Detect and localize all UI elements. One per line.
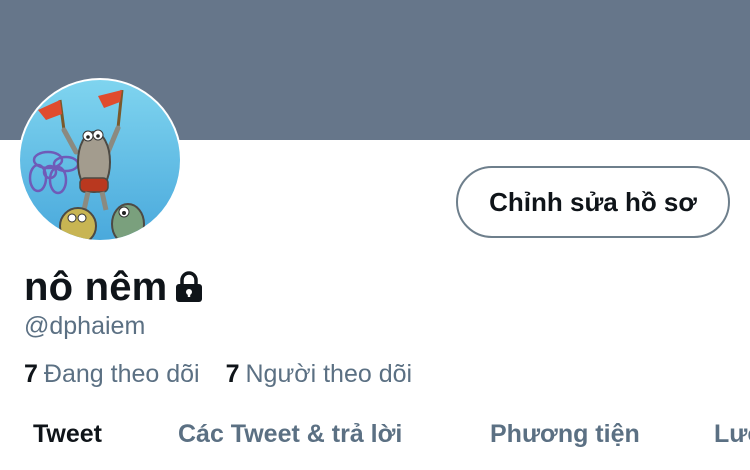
tab-tweets[interactable]: Tweet bbox=[33, 420, 102, 449]
display-name: nô nêm bbox=[24, 264, 168, 309]
lock-icon bbox=[173, 270, 205, 304]
follow-stats: 7 Đang theo dõi 7 Người theo dõi bbox=[24, 360, 412, 389]
tab-tweets-and-replies[interactable]: Các Tweet & trả lời bbox=[178, 420, 402, 449]
following-count: 7 bbox=[24, 360, 38, 388]
avatar-image bbox=[20, 80, 180, 240]
followers-count: 7 bbox=[225, 360, 240, 388]
followers-label: Người theo dõi bbox=[245, 360, 413, 388]
edit-profile-button[interactable]: Chỉnh sửa hồ sơ bbox=[456, 166, 730, 238]
tab-media[interactable]: Phương tiện bbox=[490, 420, 640, 449]
followers-stat[interactable]: 7 Người theo dõi bbox=[226, 360, 412, 389]
following-stat[interactable]: 7 Đang theo dõi bbox=[24, 360, 200, 389]
avatar[interactable] bbox=[18, 78, 182, 242]
profile-tabs: Tweet Các Tweet & trả lời Phương tiện Lư… bbox=[0, 418, 750, 458]
tab-likes[interactable]: Lượt thích bbox=[714, 420, 750, 449]
following-label: Đang theo dõi bbox=[43, 360, 200, 388]
profile-name-row: nô nêm bbox=[24, 262, 205, 312]
profile-handle: @dphaiem bbox=[24, 312, 146, 340]
